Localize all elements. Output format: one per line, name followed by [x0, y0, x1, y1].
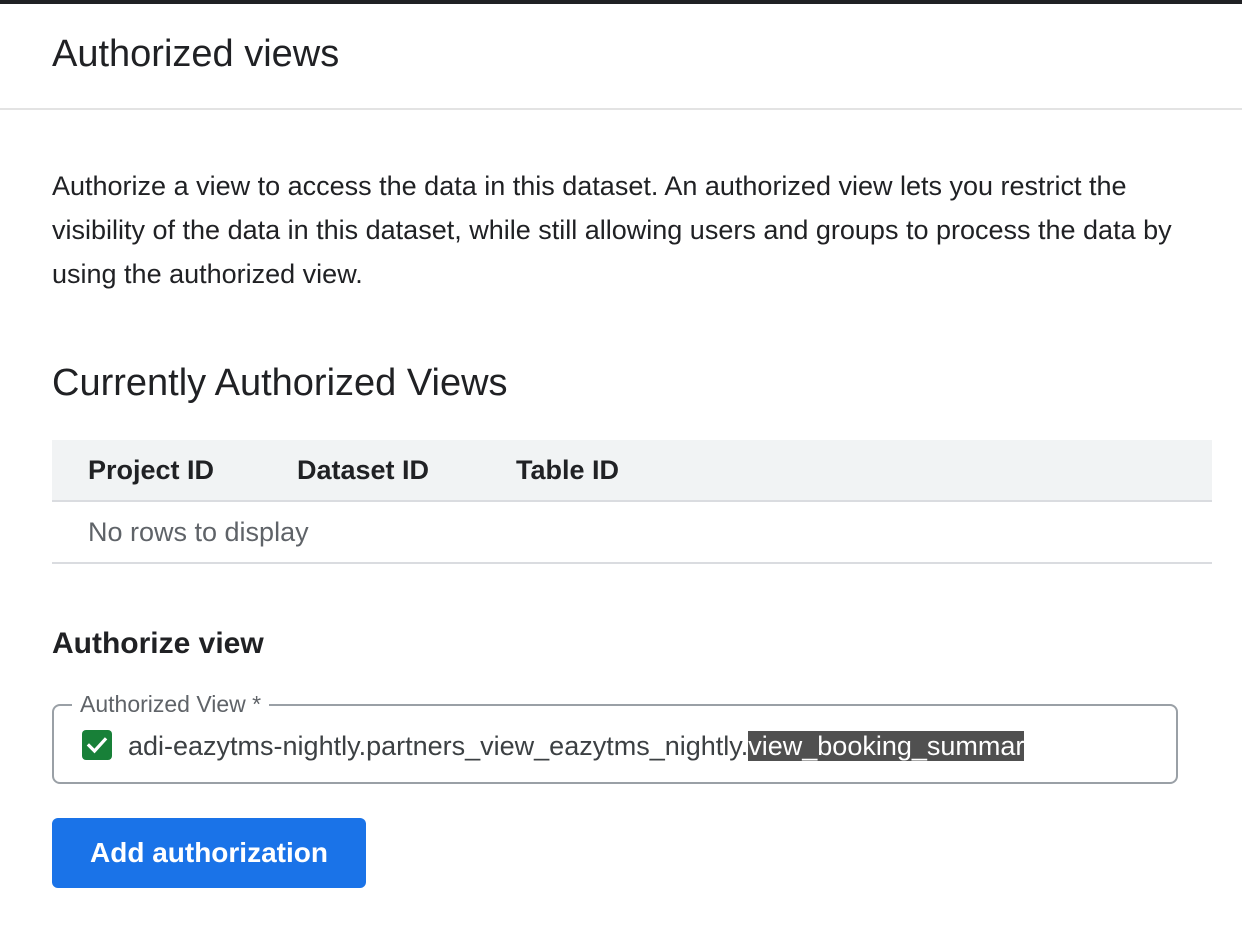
add-authorization-button[interactable]: Add authorization: [52, 818, 366, 888]
panel-description: Authorize a view to access the data in t…: [52, 171, 1172, 289]
column-header-dataset-id[interactable]: Dataset ID: [297, 440, 429, 500]
authorized-view-field-label: Authorized View *: [72, 688, 270, 720]
view-checkbox[interactable]: [82, 730, 112, 760]
column-header-table-id[interactable]: Table ID: [516, 440, 619, 500]
authorized-view-value-selected: view_booking_summar: [748, 731, 1025, 761]
currently-authorized-views-title: Currently Authorized Views: [52, 362, 508, 404]
panel-title: Authorized views: [52, 33, 340, 75]
checkmark-icon: [86, 737, 108, 754]
authorized-view-value-prefix: adi-eazytms-nightly.partners_view_eazytm…: [128, 731, 749, 761]
table-header: Project ID Dataset ID Table ID: [52, 440, 1212, 502]
panel-header: Authorized views: [0, 4, 1242, 110]
authorized-views-table: Project ID Dataset ID Table ID No rows t…: [52, 440, 1212, 564]
authorized-view-field[interactable]: Authorized View * adi-eazytms-nightly.pa…: [52, 688, 1178, 784]
authorize-view-title: Authorize view: [52, 627, 264, 660]
authorized-view-input[interactable]: adi-eazytms-nightly.partners_view_eazytm…: [128, 724, 1154, 768]
column-header-project-id[interactable]: Project ID: [88, 440, 214, 500]
table-empty-message: No rows to display: [52, 502, 1212, 564]
